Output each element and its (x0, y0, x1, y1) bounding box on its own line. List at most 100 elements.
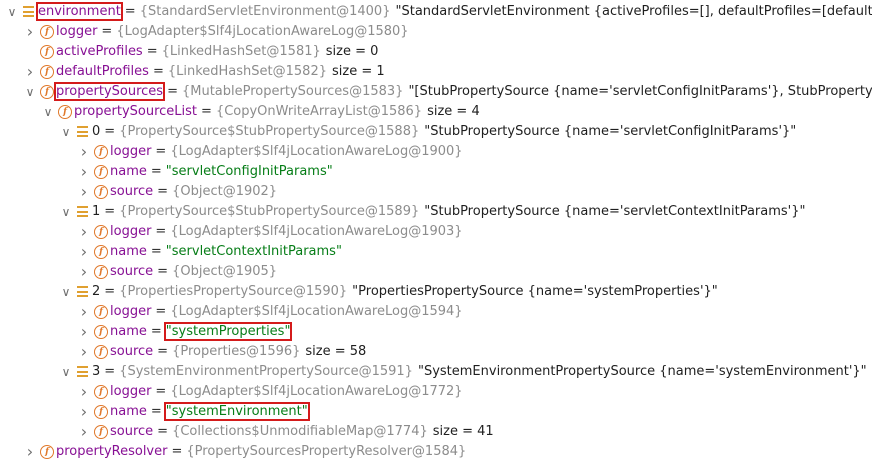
field-icon: f (58, 105, 72, 119)
variable-name: activeProfiles (56, 44, 143, 59)
equals-sign: = (155, 304, 167, 319)
variable-type: {CopyOnWriteArrayList@1586} (215, 104, 423, 119)
chevron-down-icon[interactable]: ∨ (60, 202, 72, 222)
tree-row[interactable]: ∨ 1 = {PropertySource$StubPropertySource@15… (0, 202, 872, 222)
tree-row[interactable]: ∨ f propertySourceList = {CopyOnWriteArrayLi… (0, 102, 872, 122)
chevron-down-icon[interactable]: ∨ (6, 2, 18, 22)
variable-value: "SystemEnvironmentPropertySource {name='… (417, 364, 867, 379)
chevron-right-icon[interactable]: › (24, 22, 36, 42)
tree-row[interactable]: › f defaultProfiles = {LinkedHashSet@1582} si… (0, 62, 872, 82)
tree-row[interactable]: f activeProfiles = {LinkedHashSet@1581} size… (0, 42, 872, 62)
chevron-down-icon[interactable]: ∨ (60, 122, 72, 142)
variable-type: {Object@1902} (172, 184, 278, 199)
tree-row[interactable]: › f name = "servletConfigInitParams" (0, 162, 872, 182)
tree-row[interactable]: › f propertyResolver = {PropertySourcesPrope… (0, 442, 872, 462)
chevron-right-icon[interactable]: › (78, 262, 90, 282)
chevron-right-icon[interactable]: › (78, 422, 90, 442)
field-icon: f (94, 265, 108, 279)
variable-name: logger (110, 304, 152, 319)
chevron-down-icon[interactable]: ∨ (42, 102, 54, 122)
tree-row[interactable]: › f logger = {LogAdapter$Slf4jLocationAwareL… (0, 222, 872, 242)
tree-row[interactable]: ∨ 2 = {PropertiesPropertySource@1590} "Prope… (0, 282, 872, 302)
chevron-right-icon[interactable]: › (78, 322, 90, 342)
variable-value: "systemEnvironment" (163, 402, 310, 421)
equals-sign: = (155, 224, 167, 239)
variable-value: "servletConfigInitParams" (165, 164, 333, 179)
field-icon: f (94, 185, 108, 199)
chevron-right-icon[interactable]: › (78, 382, 90, 402)
tree-row[interactable]: › f source = {Properties@1596} size = 58 (0, 342, 872, 362)
variable-type: {PropertySourcesPropertyResolver@1584} (186, 444, 467, 459)
list-icon (77, 126, 88, 137)
field-icon: f (94, 165, 108, 179)
variable-name: source (110, 184, 154, 199)
chevron-right-icon[interactable]: › (24, 442, 36, 462)
tree-row-text: propertySources = {MutablePropertySources@… (53, 82, 872, 102)
tree-row-text: source = {Object@1905} (110, 262, 277, 282)
tree-row[interactable]: › f name = "systemEnvironment" (0, 402, 872, 422)
tree-row-text: 2 = {PropertiesPropertySource@1590} "Proper… (92, 282, 718, 302)
equals-sign: = (150, 324, 162, 339)
list-icon (77, 206, 88, 217)
field-icon: f (40, 65, 54, 79)
variable-name: defaultProfiles (56, 64, 149, 79)
chevron-down-icon[interactable]: ∨ (60, 282, 72, 302)
chevron-right-icon[interactable]: › (78, 342, 90, 362)
tree-row[interactable]: › f name = "systemProperties" (0, 322, 872, 342)
equals-sign: = (150, 164, 162, 179)
tree-row[interactable]: › f logger = {LogAdapter$Slf4jLocationAwareL… (0, 22, 872, 42)
tree-row[interactable]: ∨ 3 = {SystemEnvironmentPropertySource@1591… (0, 362, 872, 382)
chevron-down-icon[interactable]: ∨ (24, 82, 36, 102)
field-icon: f (94, 325, 108, 339)
tree-row[interactable]: ∨ 0 = {PropertySource$StubPropertySource@15… (0, 122, 872, 142)
variable-type: {StandardServletEnvironment@1400} (139, 4, 391, 19)
variable-name: logger (110, 384, 152, 399)
variable-type: {Object@1905} (172, 264, 278, 279)
tree-row[interactable]: › f name = "servletContextInitParams" (0, 242, 872, 262)
tree-row[interactable]: › f source = {Collections$UnmodifiableMap@17… (0, 422, 872, 442)
tree-row[interactable]: › f source = {Object@1902} (0, 182, 872, 202)
variable-name: source (110, 424, 154, 439)
chevron-right-icon[interactable]: › (78, 162, 90, 182)
tree-row[interactable]: ∨ f propertySources = {MutablePropertySource… (0, 82, 872, 102)
tree-row-text: source = {Object@1902} (110, 182, 277, 202)
chevron-right-icon[interactable]: › (24, 62, 36, 82)
variable-name: source (110, 264, 154, 279)
list-icon (23, 6, 34, 17)
equals-sign: = (155, 384, 167, 399)
field-icon: f (40, 85, 54, 99)
chevron-right-icon[interactable]: › (78, 222, 90, 242)
tree-row[interactable]: › f source = {Object@1905} (0, 262, 872, 282)
chevron-right-icon[interactable]: › (78, 182, 90, 202)
equals-sign: = (152, 64, 164, 79)
tree-row[interactable]: › f logger = {LogAdapter$Slf4jLocationAwareL… (0, 142, 872, 162)
tree-row-text: source = {Collections$UnmodifiableMap@1774… (110, 422, 494, 442)
chevron-down-icon[interactable]: ∨ (60, 362, 72, 382)
tree-row[interactable]: › f logger = {LogAdapter$Slf4jLocationAwareL… (0, 302, 872, 322)
equals-sign: = (104, 364, 116, 379)
variable-name: 0 (92, 124, 101, 139)
variable-type: {LinkedHashSet@1582} (167, 64, 327, 79)
variable-name: logger (56, 24, 98, 39)
tree-row-text: 1 = {PropertySource$StubPropertySource@158… (92, 202, 805, 222)
variable-name: 1 (92, 204, 101, 219)
equals-sign: = (201, 104, 212, 119)
variable-name: environment (36, 2, 123, 21)
variable-name: source (110, 344, 154, 359)
chevron-right-icon[interactable]: › (78, 302, 90, 322)
chevron-right-icon[interactable]: › (78, 242, 90, 262)
variable-type: {LogAdapter$Slf4jLocationAwareLog@1772} (170, 384, 463, 399)
tree-row[interactable]: › f logger = {LogAdapter$Slf4jLocationAwareL… (0, 382, 872, 402)
tree-row[interactable]: ∨ environment = {StandardServletEnvironment… (0, 2, 872, 22)
variable-value: "StubPropertySource {name='servletContex… (424, 204, 806, 219)
equals-sign: = (167, 84, 178, 99)
variable-value: "servletContextInitParams" (165, 244, 342, 259)
variable-type: {MutablePropertySources@1583} (181, 84, 404, 99)
field-icon: f (94, 425, 108, 439)
variable-type: {Collections$UnmodifiableMap@1774} (172, 424, 428, 439)
chevron-right-icon[interactable]: › (78, 142, 90, 162)
chevron-right-icon[interactable]: › (78, 402, 90, 422)
variable-value: "[StubPropertySource {name='servletConfi… (408, 84, 872, 99)
variable-type: {PropertySource$StubPropertySource@1589} (119, 204, 420, 219)
variable-name: logger (110, 144, 152, 159)
